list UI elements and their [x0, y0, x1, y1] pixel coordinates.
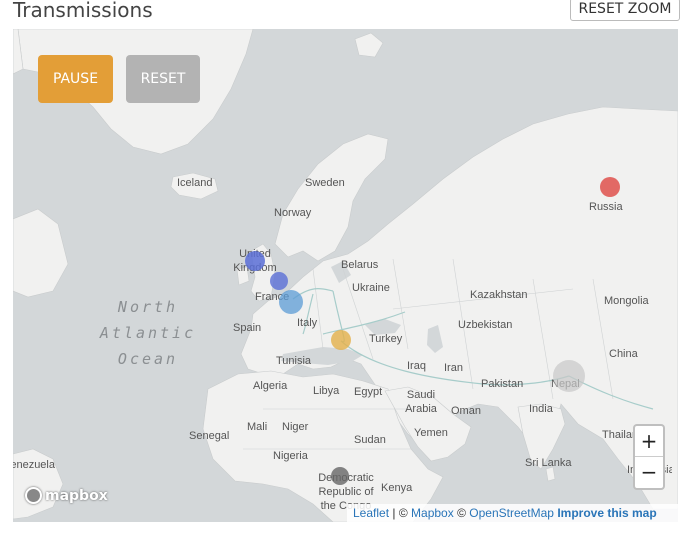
- zoom-in-button[interactable]: +: [635, 426, 663, 457]
- reset-zoom-button[interactable]: RESET ZOOM: [570, 0, 680, 21]
- mapbox-logo-icon: [25, 487, 42, 504]
- zoom-out-button[interactable]: −: [635, 457, 663, 488]
- marker-nepal[interactable]: [553, 360, 585, 392]
- mapbox-link[interactable]: Mapbox: [411, 506, 454, 520]
- marker-france-north[interactable]: [270, 272, 288, 290]
- marker-uk[interactable]: [245, 251, 265, 271]
- marker-russia[interactable]: [600, 177, 620, 197]
- marker-greece[interactable]: [331, 330, 351, 350]
- attribution-copyright-2: ©: [457, 506, 466, 520]
- marker-drc[interactable]: [331, 467, 349, 485]
- mapbox-logo[interactable]: mapbox: [25, 487, 108, 504]
- page-title: Transmissions: [13, 0, 153, 22]
- transmission-map[interactable]: PAUSE RESET Iceland Sweden Norway United…: [13, 29, 678, 522]
- map-attribution: Leaflet | © Mapbox © OpenStreetMap Impro…: [347, 504, 678, 522]
- attribution-copyright-1: ©: [398, 506, 408, 520]
- marker-france[interactable]: [279, 290, 303, 314]
- zoom-control: + −: [633, 424, 665, 490]
- improve-map-link[interactable]: Improve this map: [557, 506, 656, 520]
- mapbox-logo-text: mapbox: [45, 487, 108, 504]
- leaflet-link[interactable]: Leaflet: [353, 506, 389, 520]
- transmission-markers: [245, 177, 620, 485]
- attribution-separator: |: [392, 506, 396, 520]
- openstreetmap-link[interactable]: OpenStreetMap: [469, 506, 554, 520]
